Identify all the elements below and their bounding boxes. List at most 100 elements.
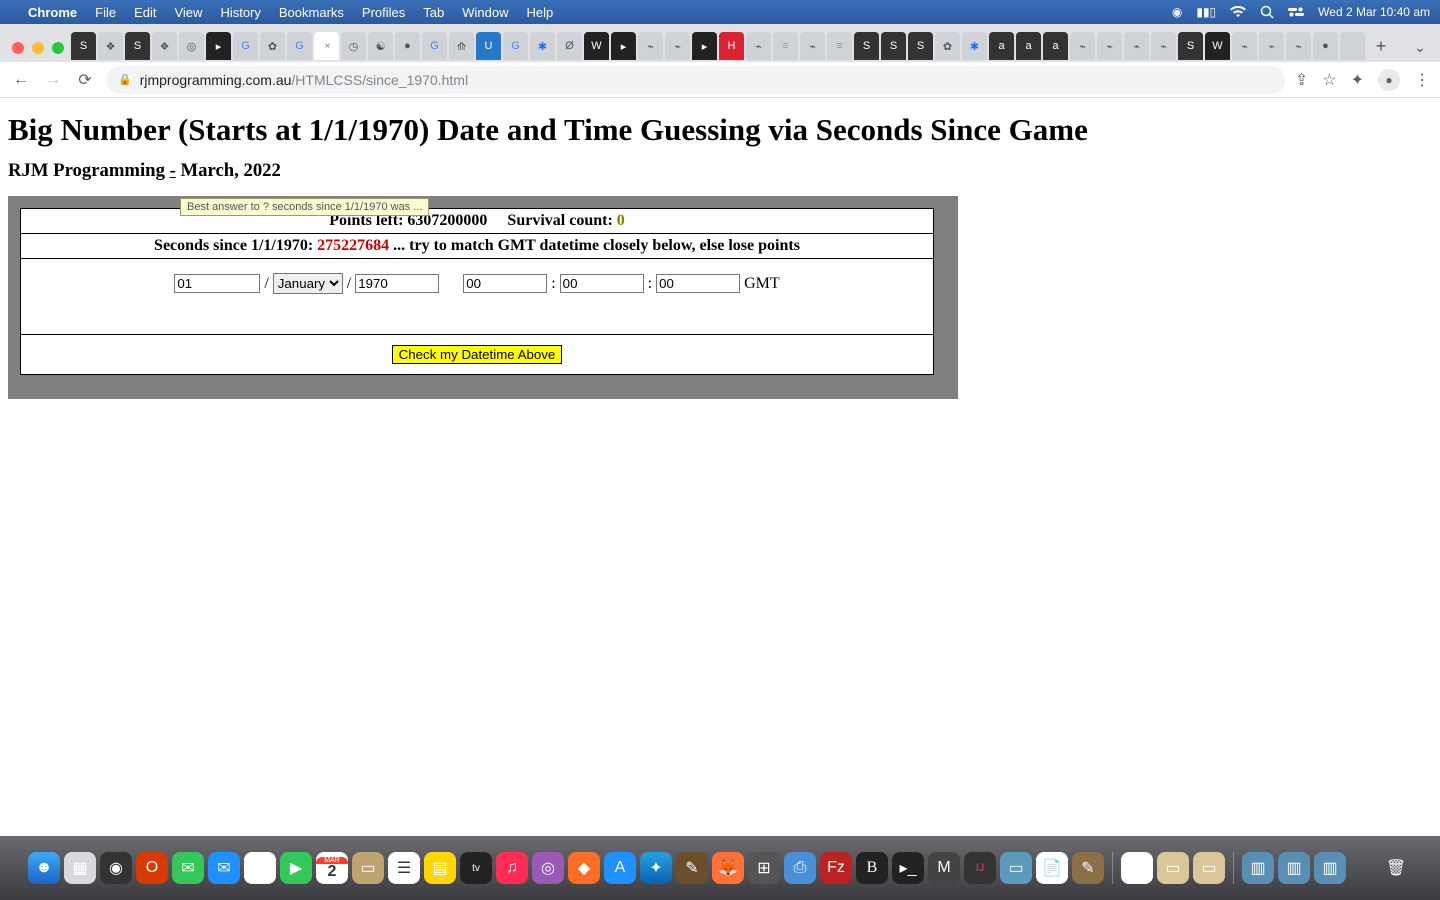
kebab-menu-icon[interactable]: ⋮ [1414,70,1430,90]
browser-tab[interactable]: ⌁ [1070,32,1095,60]
browser-tab[interactable]: S [71,32,96,60]
dock-app-notes3[interactable]: ▭ [1193,852,1225,884]
dock-app-intellij[interactable]: IJ [964,852,996,884]
year-input[interactable] [355,274,439,293]
browser-tab[interactable]: ◎ [179,32,204,60]
month-select[interactable]: January [273,273,343,294]
browser-tab[interactable]: G [233,32,258,60]
dock-app-safari[interactable]: ✦ [640,852,672,884]
dock-app-notes2[interactable]: ▭ [1157,852,1189,884]
extensions-icon[interactable]: ✦ [1351,70,1364,90]
dock-app-filezilla[interactable]: Fz [820,852,852,884]
browser-tab[interactable]: ✿ [935,32,960,60]
new-tab-button[interactable]: + [1367,32,1395,60]
browser-tab[interactable]: ⌁ [746,32,771,60]
browser-tab[interactable]: ▸ [206,32,231,60]
day-input[interactable] [174,274,260,293]
wifi-icon[interactable] [1230,6,1246,18]
browser-tab[interactable]: S [125,32,150,60]
browser-tab-active[interactable]: × [314,32,339,60]
screen-record-icon[interactable]: ◉ [1172,5,1182,19]
forward-button[interactable]: → [42,69,64,91]
browser-tab[interactable]: a [989,32,1014,60]
dock-app-textedit[interactable]: 📄 [1036,852,1068,884]
browser-tab[interactable]: ⟰ [449,32,474,60]
menu-help[interactable]: Help [527,5,554,20]
browser-tab[interactable]: ⌁ [638,32,663,60]
menu-window[interactable]: Window [462,5,508,20]
reload-button[interactable]: ⟳ [74,69,96,91]
app-name-menu[interactable]: Chrome [28,5,77,20]
browser-tab[interactable]: a [1043,32,1068,60]
browser-tab[interactable]: S [908,32,933,60]
dock-app-tv[interactable]: tv [460,852,492,884]
close-window-button[interactable] [12,42,24,54]
browser-tab[interactable]: W [1205,32,1230,60]
dock-app-sketch[interactable]: ◆ [568,852,600,884]
dock-app-appstore[interactable]: A [604,852,636,884]
close-tab-icon[interactable]: × [325,41,331,52]
dock-app-preview[interactable]: ✎ [676,852,708,884]
menu-bookmarks[interactable]: Bookmarks [279,5,344,20]
menu-view[interactable]: View [174,5,202,20]
dock-app-firefox[interactable]: 🦊 [712,852,744,884]
browser-tab[interactable]: ✱ [962,32,987,60]
fullscreen-window-button[interactable] [52,42,64,54]
browser-tab[interactable]: W [584,32,609,60]
browser-tab[interactable]: S [1178,32,1203,60]
browser-tab[interactable]: ✿ [260,32,285,60]
bookmark-icon[interactable]: ☆ [1322,70,1336,90]
dock-folder[interactable]: ▥ [1242,852,1274,884]
browser-tab[interactable]: G [503,32,528,60]
browser-tab[interactable]: ⌁ [1259,32,1284,60]
battery-icon[interactable]: ▮▮▯ [1196,5,1216,19]
browser-tab[interactable]: a [1016,32,1041,60]
share-icon[interactable]: ⇪ [1295,70,1308,90]
browser-tab[interactable]: ⌁ [1124,32,1149,60]
dock-app-office[interactable]: O [136,852,168,884]
dock-folder[interactable]: ▥ [1314,852,1346,884]
check-button[interactable]: Check my Datetime Above [392,345,563,364]
dock-trash[interactable]: 🗑 [1380,852,1412,884]
browser-tab[interactable]: ⌁ [1286,32,1311,60]
browser-tab[interactable]: S [881,32,906,60]
dock-app-messages[interactable]: ✉ [172,852,204,884]
browser-tab[interactable]: U [476,32,501,60]
minimize-window-button[interactable] [32,42,44,54]
browser-tab[interactable]: ≡ [773,32,798,60]
dock-app-gimp[interactable]: ✎ [1072,852,1104,884]
menu-history[interactable]: History [220,5,260,20]
hour-input[interactable] [463,274,547,293]
dock-app-launchpad[interactable]: ▦ [64,852,96,884]
second-input[interactable] [656,274,740,293]
minute-input[interactable] [560,274,644,293]
menu-tab[interactable]: Tab [423,5,444,20]
browser-tab[interactable]: ≡ [827,32,852,60]
browser-tab[interactable]: ☯ [368,32,393,60]
dock-app-terminal[interactable]: ▸_ [892,852,924,884]
clock[interactable]: Wed 2 Mar 10:40 am [1318,5,1430,19]
dock-app-calendar[interactable]: MAR2 [316,852,348,884]
browser-tab[interactable]: Ø [557,32,582,60]
menu-profiles[interactable]: Profiles [362,5,405,20]
browser-tab[interactable]: G [422,32,447,60]
menu-file[interactable]: File [95,5,116,20]
dock-app-b[interactable]: B [856,852,888,884]
control-center-icon[interactable] [1288,6,1304,18]
dock-app-podcasts[interactable]: ◎ [532,852,564,884]
browser-tab[interactable]: G [287,32,312,60]
browser-tab[interactable]: ⌁ [800,32,825,60]
browser-tab[interactable]: ❖ [152,32,177,60]
dock-app-print[interactable]: ⎙ [784,852,816,884]
browser-tab[interactable]: ⌁ [1151,32,1176,60]
browser-tab[interactable]: ● [395,32,420,60]
dock-app-facetime[interactable]: ▶ [280,852,312,884]
browser-tab[interactable]: ⌁ [1097,32,1122,60]
browser-tab[interactable]: S [854,32,879,60]
dock-app-music[interactable]: ♫ [496,852,528,884]
browser-tab[interactable]: ▸ [611,32,636,60]
profile-avatar[interactable]: ● [1378,69,1400,91]
dock-app-photos[interactable]: ✿ [244,852,276,884]
dock-app-dashboard[interactable]: ◉ [100,852,132,884]
dock-app-notes[interactable]: ▤ [424,852,456,884]
